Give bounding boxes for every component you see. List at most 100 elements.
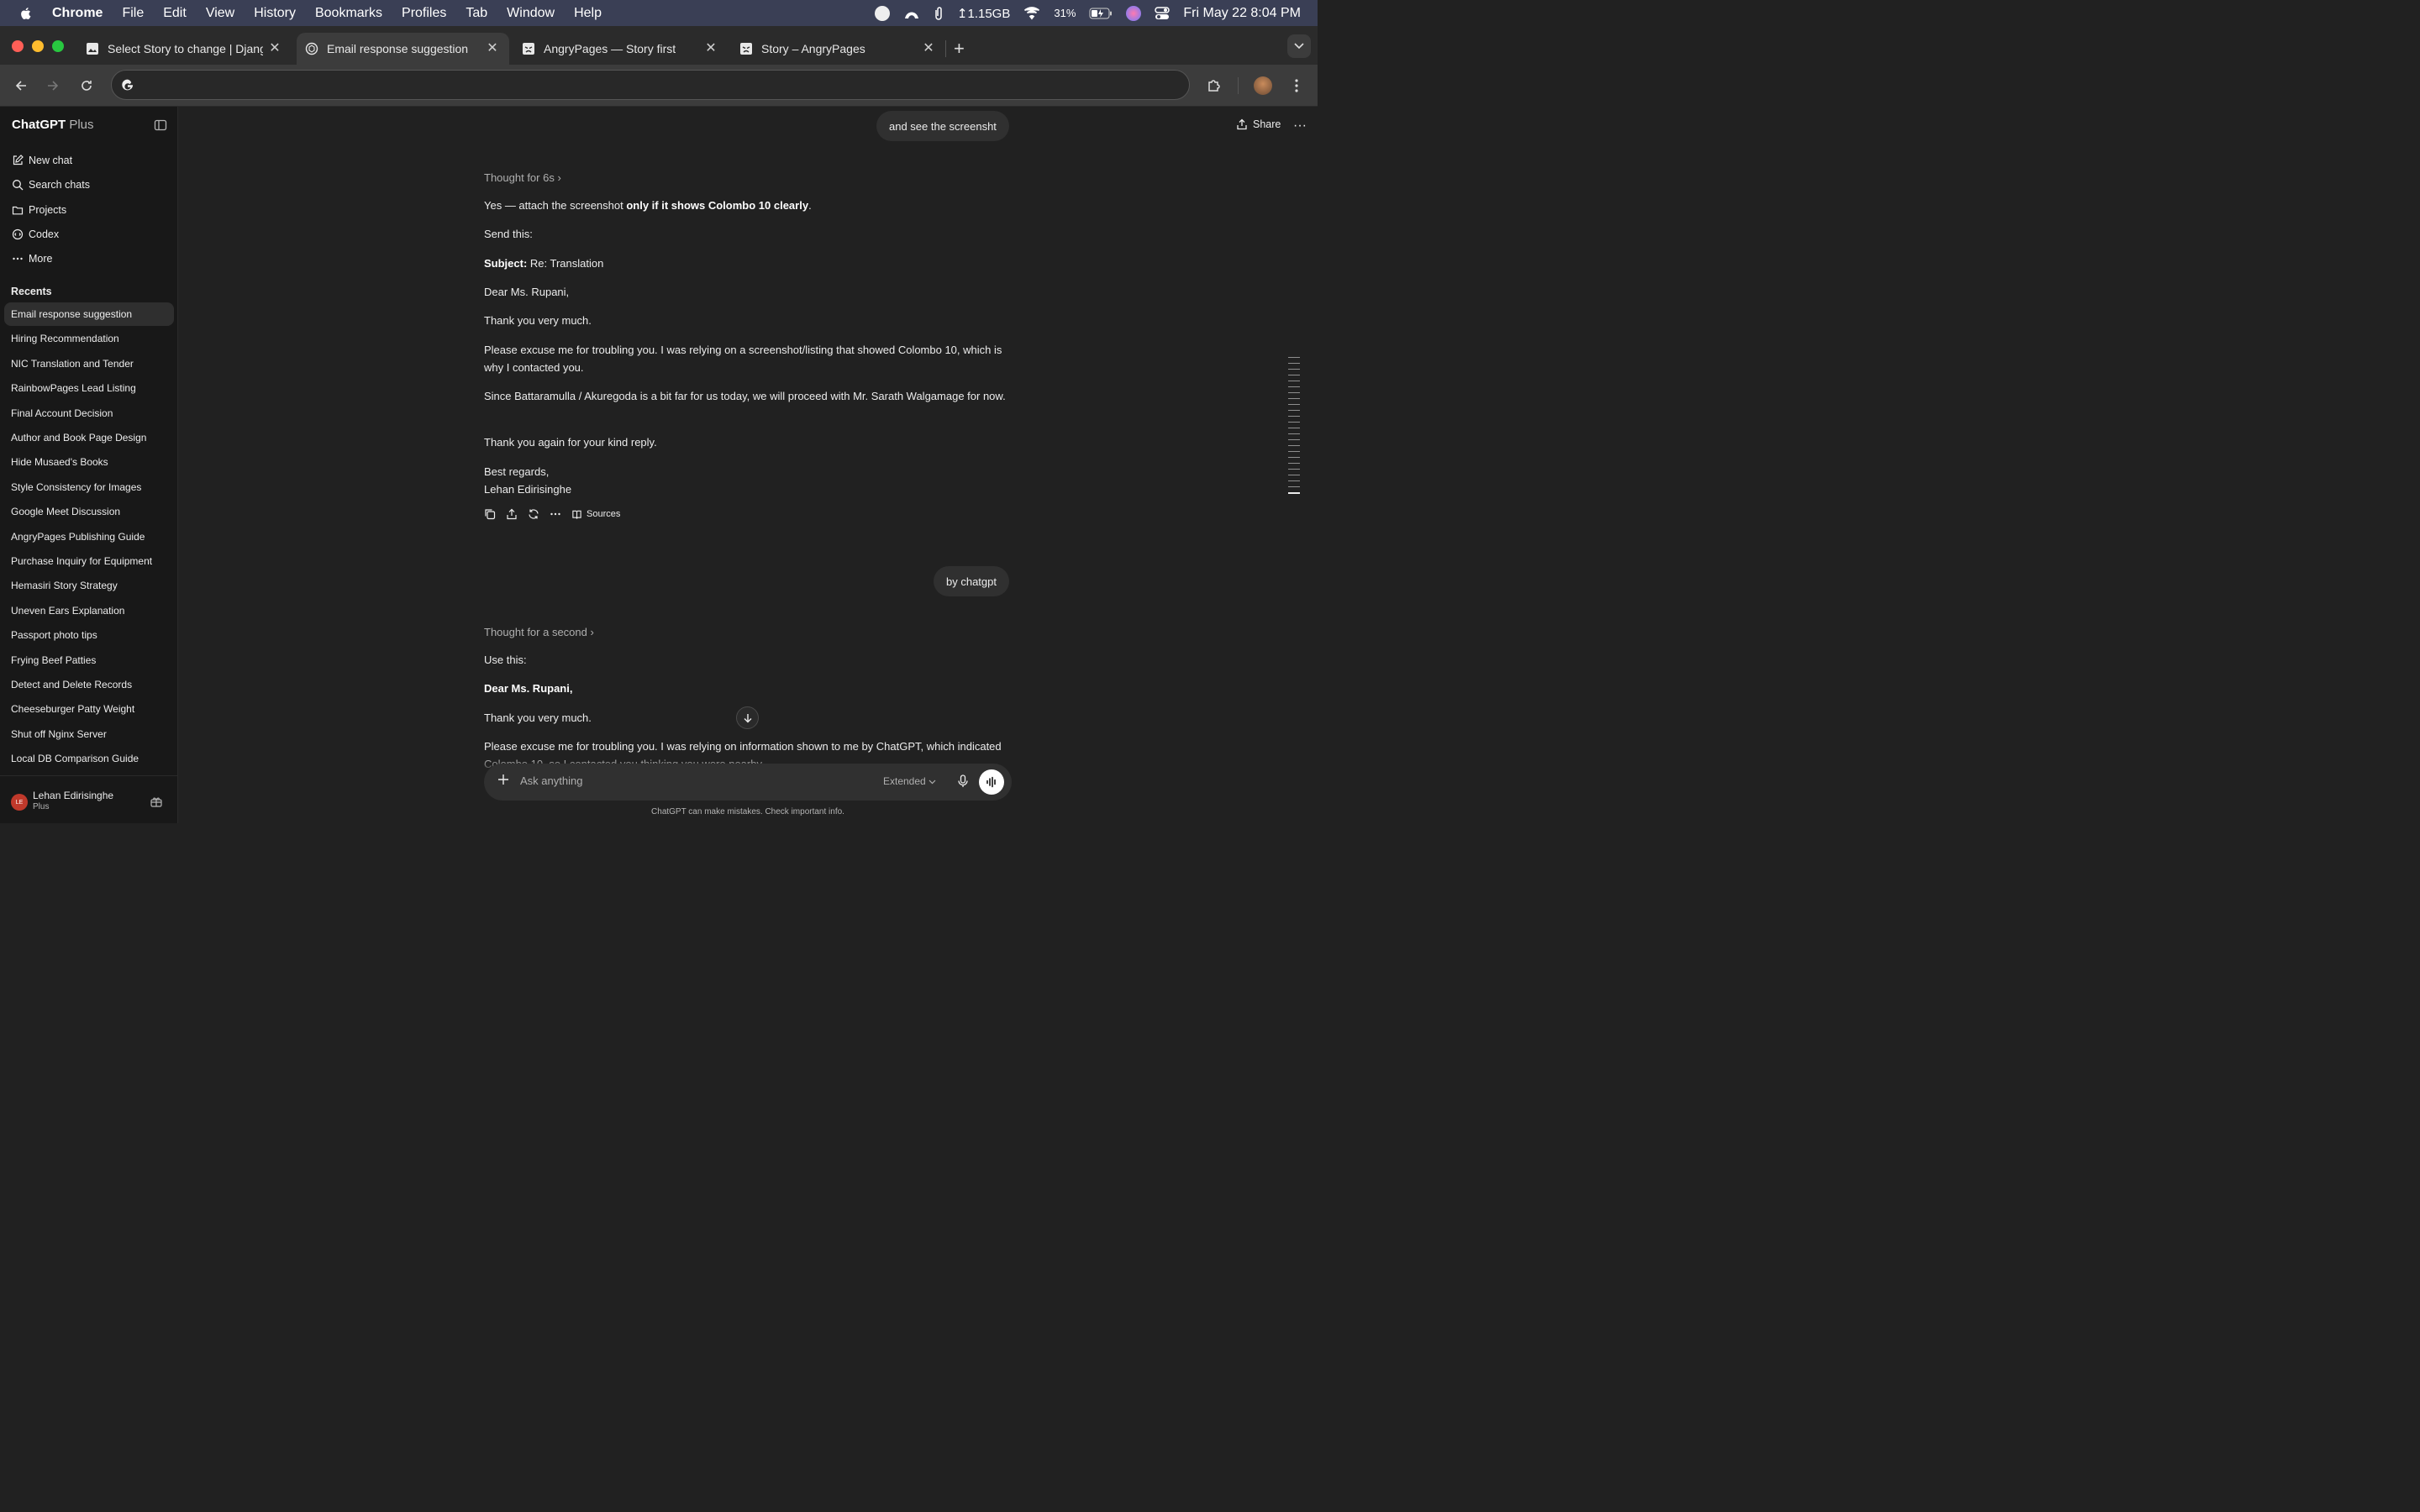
regenerate-icon[interactable] [528,508,539,520]
greeting-bold: Dear Ms. Rupani, [484,682,573,695]
menu-bookmarks[interactable]: Bookmarks [315,6,382,21]
macos-menu-bar: Chrome File Edit View History Bookmarks … [0,0,1318,26]
gift-icon[interactable] [150,795,163,808]
zoom-window-button[interactable] [52,40,64,52]
menu-profiles[interactable]: Profiles [402,6,446,21]
recent-chat-item[interactable]: Hemasiri Story Strategy [4,574,174,597]
thought-summary[interactable]: Thought for 6s › [484,171,561,184]
sidebar-item-search-chats[interactable]: Search chats [12,179,90,191]
siri-icon[interactable] [1126,5,1142,21]
battery-percent[interactable]: 31% [1054,7,1076,19]
sidebar-item-codex[interactable]: Codex [12,228,59,240]
close-tab-icon[interactable]: ✕ [268,41,281,56]
voice-mode-button[interactable] [979,769,1004,795]
close-tab-icon[interactable]: ✕ [922,41,935,56]
composer-placeholder[interactable]: Ask anything [520,774,582,787]
battery-charging-icon[interactable] [1089,8,1113,19]
rail-tick [1288,410,1300,411]
chat-sidebar: ChatGPT Plus New chat Search chats Proje… [0,107,178,823]
memory-indicator[interactable]: ↥1.15GB [957,6,1010,21]
recent-chat-item[interactable]: Detect and Delete Records [4,673,174,696]
menu-help[interactable]: Help [574,6,602,21]
conversation-scroll-rail[interactable] [1288,357,1302,499]
tab-story-angrypages[interactable]: Story – AngryPages ✕ [731,33,945,65]
tab-select-story[interactable]: Select Story to change | Djang ✕ [77,33,292,65]
recent-chat-item[interactable]: Shut off Nginx Server [4,722,174,746]
arrow-down-icon [744,713,751,722]
thought-summary[interactable]: Thought for a second › [484,626,594,638]
sidebar-account[interactable]: LE Lehan Edirisinghe Plus [0,775,178,823]
control-center-icon[interactable] [1155,6,1171,20]
wifi-icon[interactable] [1023,6,1040,20]
menu-window[interactable]: Window [507,6,555,21]
recent-chat-item[interactable]: Final Account Decision [4,402,174,425]
recent-chat-item[interactable]: Cheeseburger Patty Weight [4,697,174,721]
rail-tick [1288,416,1300,417]
menu-app-name[interactable]: Chrome [52,6,103,21]
menu-extras: ↥1.15GB 31% Fri May 22 8:04 PM [874,0,1301,26]
microphone-icon[interactable] [957,774,969,788]
sidebar-item-new-chat[interactable]: New chat [12,155,72,166]
recent-chat-item[interactable]: Local DB Comparison Guide [4,747,174,770]
tab-angrypages-story-first[interactable]: AngryPages — Story first ✕ [513,33,728,65]
close-window-button[interactable] [12,40,24,52]
reload-button[interactable] [76,76,97,96]
recent-chat-item[interactable]: Hiring Recommendation [4,327,174,350]
apple-logo-icon[interactable] [18,6,34,21]
wing-status-icon[interactable] [903,7,920,20]
close-tab-icon[interactable]: ✕ [704,41,718,56]
scroll-to-bottom-button[interactable] [736,706,759,729]
recent-chat-item[interactable]: Passport photo tips [4,623,174,647]
reload-icon [82,81,92,91]
recent-chat-item[interactable]: AngryPages Publishing Guide [4,525,174,549]
sidebar-brand[interactable]: ChatGPT Plus [12,118,94,132]
status-app-icon[interactable] [874,5,890,21]
conversation-options-icon[interactable]: ··· [1293,118,1307,134]
recent-chat-item[interactable]: Style Consistency for Images [4,475,174,499]
recent-chat-item[interactable]: Hide Musaed's Books [4,450,174,474]
chat-composer[interactable]: Ask anything Extended [484,764,1012,801]
close-tab-icon[interactable]: ✕ [486,41,499,56]
chrome-menu-button[interactable] [1286,76,1307,96]
profile-photo-icon [1254,76,1272,95]
menu-tab[interactable]: Tab [466,6,487,21]
paperclip-icon[interactable] [934,6,944,21]
tab-title: Select Story to change | Djang [108,42,263,55]
recent-chat-item[interactable]: Frying Beef Patties [4,648,174,672]
recent-chat-item[interactable]: Google Meet Discussion [4,500,174,523]
sidebar-item-projects[interactable]: Projects [12,204,66,216]
sources-button[interactable]: Sources [571,509,620,520]
forward-button[interactable] [43,76,63,96]
recent-chat-item[interactable]: NIC Translation and Tender [4,352,174,375]
tab-email-response[interactable]: Email response suggestion ✕ [297,33,509,65]
recent-chat-item[interactable]: Uneven Ears Explanation [4,599,174,622]
back-button[interactable] [11,76,31,96]
share-icon[interactable] [506,508,518,520]
minimize-window-button[interactable] [32,40,44,52]
thinking-mode-selector[interactable]: Extended [883,775,936,787]
recent-chat-item[interactable]: Email response suggestion [4,302,174,326]
django-page-icon [86,42,99,55]
share-button[interactable]: Share [1236,118,1281,130]
sidebar-item-more[interactable]: More [12,253,52,265]
more-actions-icon[interactable] [550,508,561,520]
menu-edit[interactable]: Edit [163,6,187,21]
extensions-button[interactable] [1204,76,1224,96]
new-tab-button[interactable]: + [954,38,965,60]
rail-tick [1288,386,1300,387]
profile-avatar-button[interactable] [1253,76,1273,96]
recent-chat-item[interactable]: RainbowPages Lead Listing [4,376,174,400]
rail-tick [1288,422,1300,423]
rail-tick [1288,469,1300,470]
menu-history[interactable]: History [254,6,296,21]
tab-search-button[interactable] [1287,34,1311,58]
recent-chat-item[interactable]: Purchase Inquiry for Equipment [4,549,174,573]
menu-file[interactable]: File [122,6,144,21]
menubar-clock[interactable]: Fri May 22 8:04 PM [1183,6,1301,21]
add-attachment-icon[interactable] [497,774,509,785]
menu-view[interactable]: View [206,6,234,21]
address-bar[interactable] [111,70,1190,100]
recent-chat-item[interactable]: Author and Book Page Design [4,426,174,449]
copy-icon[interactable] [484,508,496,520]
sidebar-toggle-icon[interactable] [154,118,167,132]
